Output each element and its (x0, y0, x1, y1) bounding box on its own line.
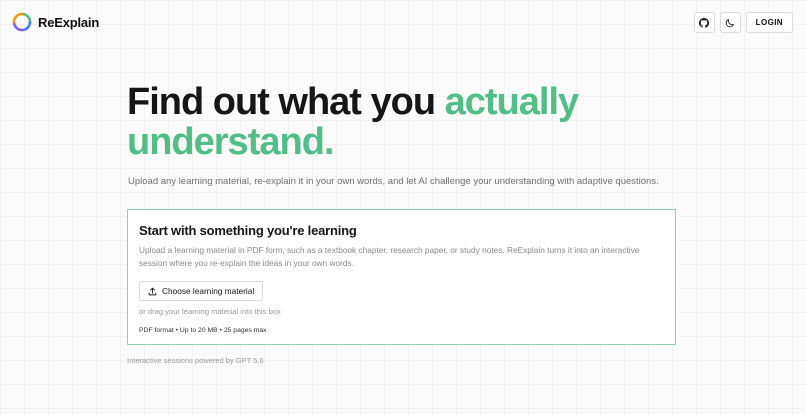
choose-material-button[interactable]: Choose learning material (139, 281, 264, 301)
logo-icon (12, 12, 32, 32)
card-description: Upload a learning material in PDF form, … (139, 245, 640, 268)
choose-material-label: Choose learning material (162, 286, 255, 296)
hero-title-accent-1: actually (444, 81, 580, 123)
drag-hint: or drag your learning material into this… (139, 307, 281, 316)
upload-icon (148, 287, 157, 295)
login-button[interactable]: LOGIN (745, 12, 793, 33)
brand[interactable]: ReExplain (12, 12, 99, 32)
file-limits: PDF format • Up to 20 MB • 25 pages max (139, 327, 267, 334)
subtitle: Upload any learning material, re-explain… (128, 176, 659, 187)
github-button[interactable] (693, 12, 715, 33)
hero-title: Find out what you actually understand. (127, 82, 687, 162)
app-name: ReExplain (38, 14, 100, 30)
hero-title-plain: Find out what you (127, 81, 445, 123)
header-actions: LOGIN (693, 12, 793, 33)
powered-by-note: Interactive sessions powered by GPT 5.6 (127, 356, 264, 365)
hero-title-accent-2: understand. (127, 121, 334, 163)
card-title: Start with something you're learning (139, 223, 357, 238)
upload-dropzone[interactable]: Start with something you're learning Upl… (127, 209, 676, 345)
theme-toggle-button[interactable] (719, 12, 741, 33)
moon-icon (725, 18, 735, 27)
github-icon (699, 17, 710, 28)
